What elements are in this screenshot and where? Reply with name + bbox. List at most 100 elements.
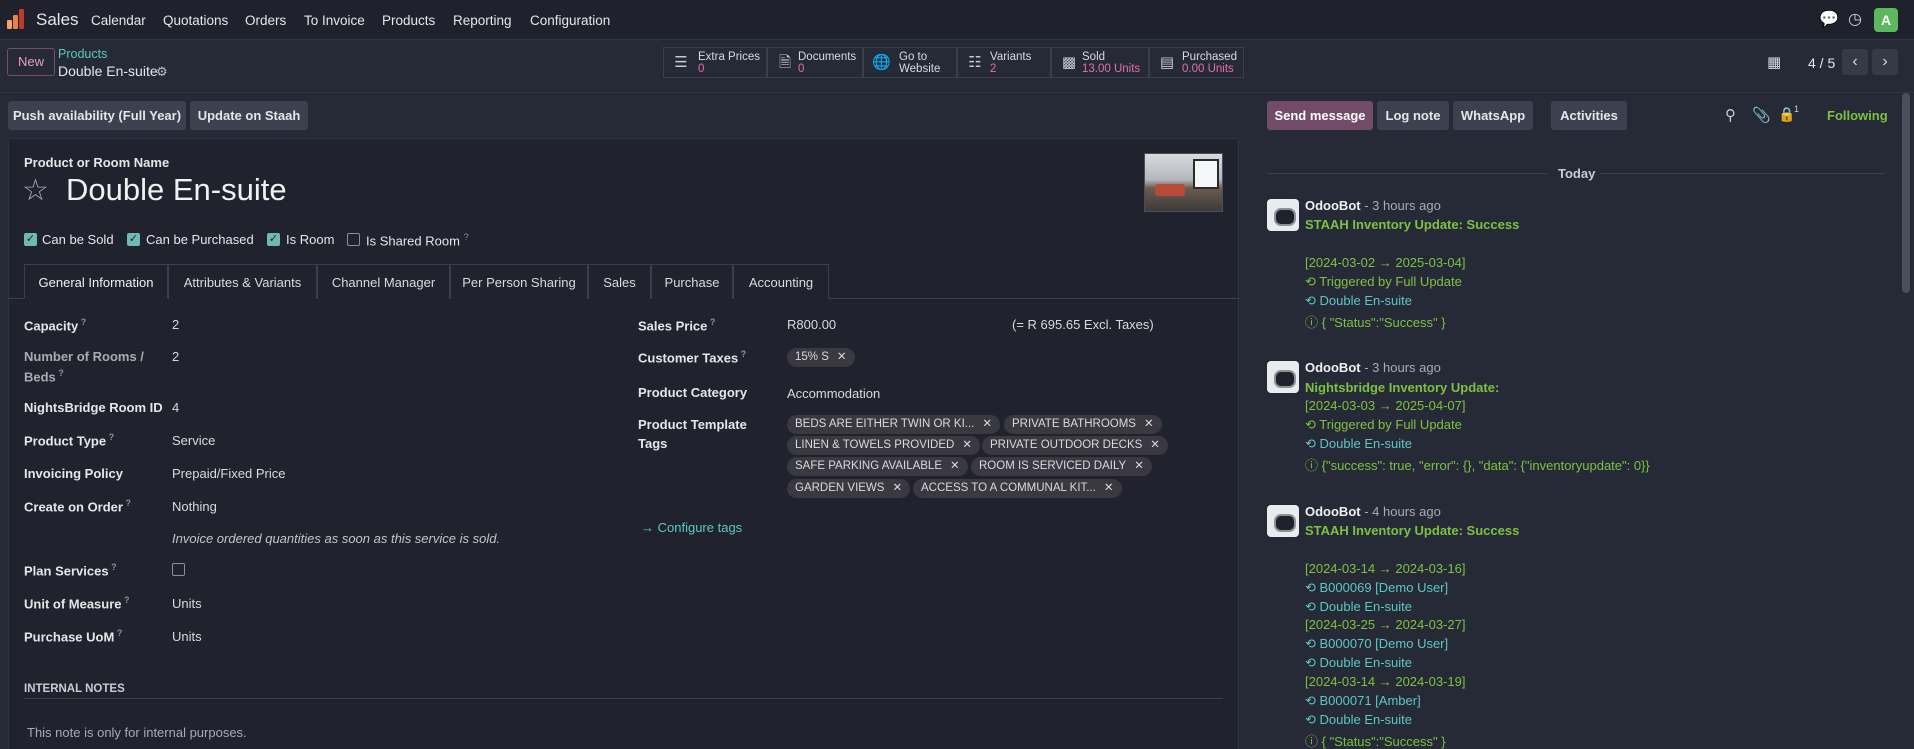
tab-per-person-sharing[interactable]: Per Person Sharing: [450, 264, 588, 299]
configure-tags-link[interactable]: → Configure tags: [641, 520, 742, 535]
following-button[interactable]: Following: [1827, 108, 1888, 123]
gear-icon[interactable]: ⚙: [156, 64, 168, 80]
tab-purchase[interactable]: Purchase: [651, 264, 733, 299]
tag-item[interactable]: LINEN & TOWELS PROVIDED ✕: [787, 436, 980, 455]
is-room-checkbox[interactable]: ✓: [267, 233, 280, 246]
product-image[interactable]: [1144, 153, 1223, 212]
sales-app-icon[interactable]: [7, 9, 28, 29]
pager-next-button[interactable]: ›: [1872, 49, 1898, 75]
tab-channel-manager[interactable]: Channel Manager: [317, 264, 450, 299]
paperclip-icon[interactable]: 📎: [1752, 106, 1771, 124]
tab-sales[interactable]: Sales: [588, 264, 651, 299]
activity-clock-icon[interactable]: ◷: [1845, 10, 1865, 30]
breadcrumb-products[interactable]: Products: [58, 47, 107, 61]
rooms-field[interactable]: 2: [172, 349, 179, 364]
capacity-field[interactable]: 2: [172, 317, 179, 332]
unit-of-measure-field[interactable]: Units: [172, 596, 202, 611]
sales-price-field[interactable]: R800.00: [787, 317, 836, 332]
remove-tag-icon[interactable]: ✕: [962, 439, 972, 451]
stat-purchased[interactable]: ▤ Purchased 0.00 Units: [1149, 47, 1244, 78]
stat-go-to-website[interactable]: 🌐 Go to Website: [863, 47, 957, 78]
product-category-field[interactable]: Accommodation: [787, 386, 880, 401]
can-be-purchased-checkbox[interactable]: ✓: [127, 233, 140, 246]
remove-tag-icon[interactable]: ✕: [1144, 418, 1154, 430]
remove-tag-icon[interactable]: ✕: [892, 482, 902, 494]
star-icon[interactable]: ☆: [22, 173, 49, 208]
new-button[interactable]: New: [7, 48, 55, 76]
message-line[interactable]: ⟲ B000071 [Amber]: [1305, 693, 1421, 709]
message-line[interactable]: ⟲ Double En-suite: [1305, 712, 1412, 728]
pager-value[interactable]: 4 / 5: [1808, 55, 1835, 71]
customer-taxes-label: Customer Taxes ?: [638, 349, 747, 366]
remove-tag-icon[interactable]: ✕: [1104, 482, 1114, 494]
menu-calendar[interactable]: Calendar: [91, 13, 146, 28]
app-title[interactable]: Sales: [36, 10, 79, 30]
message-line: ⓘ { "Status":"Success" }: [1305, 315, 1446, 330]
sitemap-icon: ☷: [968, 54, 982, 71]
is-shared-room-checkbox[interactable]: [347, 233, 360, 246]
log-note-button[interactable]: Log note: [1377, 101, 1449, 130]
today-divider-left: [1267, 173, 1547, 174]
stat-documents[interactable]: 🗎 Documents 0: [767, 47, 863, 78]
tab-general-information[interactable]: General Information: [24, 264, 168, 299]
remove-tag-icon[interactable]: ✕: [1134, 460, 1144, 472]
menu-products[interactable]: Products: [382, 13, 435, 28]
stat-variants[interactable]: ☷ Variants 2: [957, 47, 1051, 78]
nightsbridge-room-id-field[interactable]: 4: [172, 400, 179, 415]
tag-item[interactable]: BEDS ARE EITHER TWIN OR KI... ✕: [787, 415, 1000, 434]
stat-extra-prices[interactable]: ☰ Extra Prices 0: [663, 47, 767, 78]
tab-attributes-variants[interactable]: Attributes & Variants: [168, 264, 317, 299]
remove-tag-icon[interactable]: ✕: [837, 351, 847, 363]
update-staah-button[interactable]: Update on Staah: [190, 101, 308, 130]
message-line[interactable]: ⟲ Double En-suite: [1305, 599, 1412, 615]
plan-services-checkbox[interactable]: [172, 563, 185, 576]
product-name-field[interactable]: Double En-suite: [66, 172, 287, 208]
odoobot-avatar[interactable]: [1267, 361, 1299, 393]
remove-tag-icon[interactable]: ✕: [1150, 439, 1160, 451]
menu-orders[interactable]: Orders: [245, 13, 286, 28]
tab-accounting[interactable]: Accounting: [733, 264, 829, 299]
tag-item[interactable]: PRIVATE OUTDOOR DECKS ✕: [982, 436, 1168, 455]
can-be-sold-checkbox[interactable]: ✓: [24, 233, 37, 246]
chat-icon[interactable]: 💬: [1819, 10, 1839, 30]
create-on-order-field[interactable]: Nothing: [172, 499, 217, 514]
menu-reporting[interactable]: Reporting: [453, 13, 512, 28]
lock-icon[interactable]: 🔒: [1778, 106, 1795, 123]
message-line[interactable]: ⟲ B000070 [Demo User]: [1305, 636, 1448, 652]
tag-item[interactable]: SAFE PARKING AVAILABLE ✕: [787, 457, 968, 476]
message-line: [2024-03-03 → 2025-04-07]: [1305, 398, 1466, 413]
remove-tag-icon[interactable]: ✕: [950, 460, 960, 472]
menu-quotations[interactable]: Quotations: [163, 13, 228, 28]
whatsapp-button[interactable]: WhatsApp: [1453, 101, 1533, 130]
odoobot-avatar[interactable]: [1267, 505, 1299, 537]
chatter-scrollbar[interactable]: [1902, 93, 1910, 293]
pager-previous-button[interactable]: ‹: [1842, 49, 1868, 75]
purchase-uom-field[interactable]: Units: [172, 629, 202, 644]
product-type-field[interactable]: Service: [172, 433, 215, 448]
send-message-button[interactable]: Send message: [1267, 101, 1373, 130]
stat-sold[interactable]: ▩ Sold 13.00 Units: [1051, 47, 1149, 78]
archive-icon[interactable]: ▦: [1767, 53, 1781, 71]
tag-item[interactable]: PRIVATE BATHROOMS ✕: [1004, 415, 1162, 434]
message-line[interactable]: ⟲ B000069 [Demo User]: [1305, 580, 1448, 596]
remove-tag-icon[interactable]: ✕: [982, 418, 992, 430]
tax-tag[interactable]: 15% S ✕: [787, 348, 855, 367]
internal-notes-field[interactable]: This note is only for internal purposes.: [27, 725, 247, 740]
activities-button[interactable]: Activities: [1551, 101, 1627, 130]
message-line: ⟲ Triggered by Full Update: [1305, 274, 1462, 289]
invoicing-policy-field[interactable]: Prepaid/Fixed Price: [172, 466, 285, 481]
menu-configuration[interactable]: Configuration: [530, 13, 610, 28]
tag-item[interactable]: GARDEN VIEWS ✕: [787, 479, 911, 498]
menu-to-invoice[interactable]: To Invoice: [304, 13, 365, 28]
tag-item[interactable]: ACCESS TO A COMMUNAL KIT... ✕: [913, 479, 1122, 498]
search-icon[interactable]: ⚲: [1725, 106, 1736, 124]
message-line[interactable]: ⟲ Double En-suite: [1305, 293, 1412, 309]
message-title: STAAH Inventory Update: Success: [1305, 217, 1520, 232]
message-line[interactable]: ⟲ Double En-suite: [1305, 436, 1412, 452]
tag-item[interactable]: ROOM IS SERVICED DAILY ✕: [971, 457, 1152, 476]
message-line[interactable]: ⟲ Double En-suite: [1305, 655, 1412, 671]
user-avatar[interactable]: A: [1874, 8, 1898, 32]
odoobot-avatar[interactable]: [1267, 199, 1299, 231]
push-availability-button[interactable]: Push availability (Full Year): [8, 101, 186, 130]
sales-price-excl-taxes: (= R 695.65 Excl. Taxes): [1012, 317, 1154, 332]
